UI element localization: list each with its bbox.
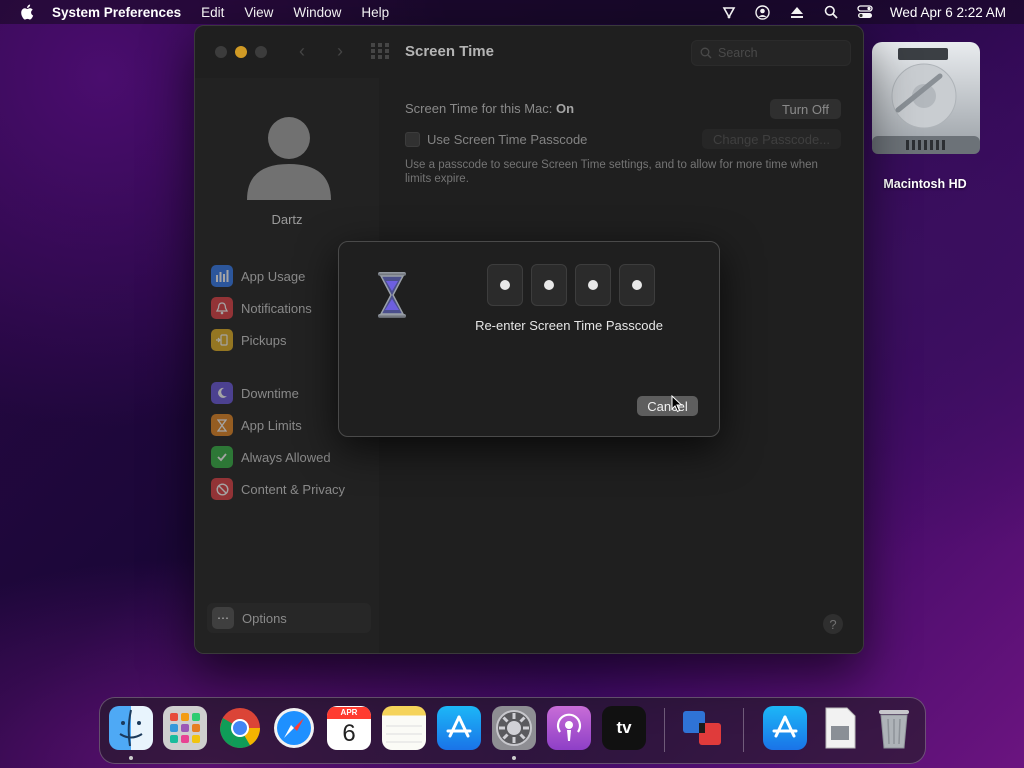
pin-dot [588, 280, 598, 290]
dock-separator [743, 708, 744, 752]
menu-help[interactable]: Help [361, 5, 389, 20]
eject-icon[interactable] [788, 5, 806, 19]
apple-menu-icon[interactable] [18, 4, 36, 20]
menu-clock[interactable]: Wed Apr 6 2:22 AM [890, 5, 1006, 20]
launchpad-icon[interactable] [163, 706, 207, 750]
app-store-downloads-icon[interactable] [763, 706, 807, 750]
dock: APR 6 tv [99, 697, 926, 764]
cancel-button[interactable]: Cancel [637, 396, 698, 416]
chrome-icon[interactable] [218, 706, 262, 750]
calendar-month: APR [327, 707, 371, 719]
wifi-icon[interactable] [720, 5, 738, 19]
calendar-icon[interactable]: APR 6 [327, 706, 371, 750]
passcode-field[interactable] [487, 264, 655, 306]
safari-icon[interactable] [272, 706, 316, 750]
pin-digit-box [487, 264, 523, 306]
pin-digit-box [575, 264, 611, 306]
menu-view[interactable]: View [244, 5, 273, 20]
macintosh-hd-label[interactable]: Macintosh HD [860, 177, 990, 191]
pin-digit-box [619, 264, 655, 306]
apple-tv-label: tv [616, 718, 632, 737]
spotlight-search-icon[interactable] [822, 5, 840, 19]
document-stack-icon[interactable] [818, 706, 862, 750]
macintosh-hd-icon[interactable] [868, 40, 984, 160]
menu-bar: System Preferences Edit View Window Help… [0, 0, 1024, 24]
parallels-icon[interactable] [680, 706, 724, 750]
pin-dot [544, 280, 554, 290]
trash-icon[interactable] [872, 706, 916, 750]
control-center-icon[interactable] [856, 5, 874, 19]
finder-icon[interactable] [109, 706, 153, 750]
notes-icon[interactable] [382, 706, 426, 750]
pin-dot [500, 280, 510, 290]
pin-digit-box [531, 264, 567, 306]
passcode-prompt: Re-enter Screen Time Passcode [475, 318, 663, 333]
apple-tv-icon[interactable]: tv [602, 706, 646, 750]
app-store-icon[interactable] [437, 706, 481, 750]
system-preferences-icon[interactable] [492, 706, 536, 750]
dock-separator [664, 708, 665, 752]
podcasts-icon[interactable] [547, 706, 591, 750]
menu-window[interactable]: Window [293, 5, 341, 20]
running-indicator [512, 756, 516, 760]
pin-dot [632, 280, 642, 290]
menu-app-name[interactable]: System Preferences [52, 5, 181, 20]
passcode-sheet: Re-enter Screen Time Passcode Cancel [338, 241, 720, 437]
calendar-day: 6 [342, 720, 356, 747]
user-icon[interactable] [754, 4, 772, 20]
menu-edit[interactable]: Edit [201, 5, 224, 20]
screen-time-hourglass-icon [378, 272, 406, 318]
running-indicator [129, 756, 133, 760]
mouse-cursor-icon [671, 395, 683, 413]
